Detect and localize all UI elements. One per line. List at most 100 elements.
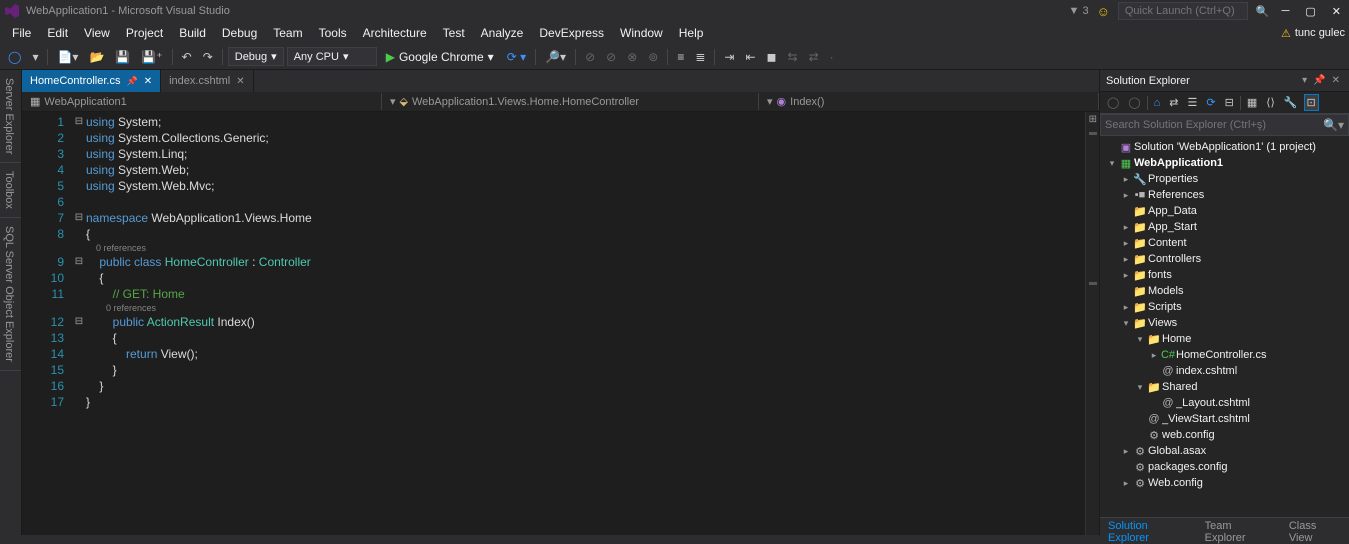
tree-item[interactable]: ▾📁Home bbox=[1100, 331, 1349, 347]
code-line[interactable]: { bbox=[86, 270, 1085, 286]
menu-devexpress[interactable]: DevExpress bbox=[531, 23, 612, 43]
ws-button[interactable]: · bbox=[826, 47, 838, 67]
fold-toggle[interactable]: ⊟ bbox=[72, 314, 86, 330]
expander-icon[interactable]: ▾ bbox=[1134, 382, 1146, 393]
code-line[interactable]: public ActionResult Index() bbox=[86, 314, 1085, 330]
uncomment-button[interactable]: ≣ bbox=[691, 47, 709, 67]
expander-icon[interactable]: ▸ bbox=[1120, 174, 1132, 185]
code-line[interactable]: using System.Web; bbox=[86, 162, 1085, 178]
panel-close-icon[interactable]: ✕ bbox=[1329, 75, 1343, 86]
tree-item[interactable]: ▸🔧Properties bbox=[1100, 171, 1349, 187]
code-line[interactable]: { bbox=[86, 226, 1085, 242]
menu-help[interactable]: Help bbox=[671, 23, 712, 43]
tree-item[interactable]: ▾📁Views bbox=[1100, 315, 1349, 331]
indent-button[interactable]: ⇥ bbox=[720, 47, 738, 67]
preview-icon[interactable]: ⊡ bbox=[1304, 94, 1319, 111]
tree-item[interactable]: ▸C#HomeController.cs bbox=[1100, 347, 1349, 363]
tree-item[interactable]: ▸📁App_Start bbox=[1100, 219, 1349, 235]
refresh-icon[interactable]: ⟳ bbox=[1203, 94, 1218, 111]
undo-button[interactable]: ↶ bbox=[178, 47, 196, 67]
back-icon[interactable]: ◯ bbox=[1104, 94, 1122, 111]
menu-team[interactable]: Team bbox=[265, 23, 310, 43]
menu-debug[interactable]: Debug bbox=[214, 23, 265, 43]
fold-toggle[interactable]: ⊟ bbox=[72, 210, 86, 226]
rail-toolbox[interactable]: Toolbox bbox=[0, 163, 21, 218]
code-line[interactable]: public class HomeController : Controller bbox=[86, 254, 1085, 270]
codelens-reference[interactable]: 0 references bbox=[86, 242, 1085, 254]
tree-item[interactable]: ⚙packages.config bbox=[1100, 459, 1349, 475]
solution-platform-dropdown[interactable]: Any CPU▾ bbox=[287, 47, 377, 66]
split-editor-icon[interactable]: ⊞ bbox=[1087, 112, 1099, 127]
tree-item[interactable]: ▣Solution 'WebApplication1' (1 project) bbox=[1100, 139, 1349, 155]
browser-link-button[interactable]: ⟳ ▾ bbox=[503, 47, 530, 67]
rail-sql-server-object-explorer[interactable]: SQL Server Object Explorer bbox=[0, 218, 21, 371]
expander-icon[interactable]: ▸ bbox=[1148, 350, 1160, 361]
scroll-map[interactable]: ⊞ bbox=[1085, 112, 1099, 535]
close-icon[interactable]: ✕ bbox=[144, 76, 152, 87]
open-file-button[interactable]: 📂 bbox=[85, 47, 108, 67]
redo-button[interactable]: ↷ bbox=[199, 47, 217, 67]
step-over-icon[interactable]: ⊘ bbox=[581, 47, 599, 67]
minimize-button[interactable]: ─ bbox=[1278, 5, 1294, 17]
rail-server-explorer[interactable]: Server Explorer bbox=[0, 70, 21, 163]
home-icon[interactable]: ⌂ bbox=[1151, 95, 1164, 111]
search-icon[interactable]: 🔍▾ bbox=[1323, 118, 1344, 132]
nav-project-dropdown[interactable]: ▦ WebApplication1 bbox=[22, 93, 382, 110]
comment-button[interactable]: ≡ bbox=[673, 47, 688, 67]
menu-test[interactable]: Test bbox=[435, 23, 473, 43]
tree-item[interactable]: ▾📁Shared bbox=[1100, 379, 1349, 395]
code-icon[interactable]: ⟨⟩ bbox=[1263, 94, 1278, 111]
solution-search-input[interactable] bbox=[1105, 119, 1323, 131]
save-button[interactable]: 💾 bbox=[111, 47, 134, 67]
menu-edit[interactable]: Edit bbox=[39, 23, 76, 43]
format-sel-button[interactable]: ⇄ bbox=[805, 47, 823, 67]
outdent-button[interactable]: ⇤ bbox=[741, 47, 759, 67]
code-line[interactable]: } bbox=[86, 394, 1085, 410]
fwd-icon[interactable]: ◯ bbox=[1125, 94, 1143, 111]
code-line[interactable]: return View(); bbox=[86, 346, 1085, 362]
code-line[interactable] bbox=[86, 194, 1085, 210]
bottom-tab-team-explorer[interactable]: Team Explorer bbox=[1197, 518, 1281, 535]
pending-icon[interactable]: ☰ bbox=[1185, 94, 1201, 111]
tree-item[interactable]: ▸⚙Web.config bbox=[1100, 475, 1349, 491]
tree-item[interactable]: ▸📁Content bbox=[1100, 235, 1349, 251]
code-line[interactable]: namespace WebApplication1.Views.Home bbox=[86, 210, 1085, 226]
code-line[interactable]: using System; bbox=[86, 114, 1085, 130]
codelens-reference[interactable]: 0 references bbox=[86, 302, 1085, 314]
expander-icon[interactable]: ▸ bbox=[1120, 302, 1132, 313]
format-button[interactable]: ⇆ bbox=[784, 47, 802, 67]
properties-icon[interactable]: 🔧 bbox=[1281, 94, 1301, 111]
expander-icon[interactable]: ▸ bbox=[1120, 446, 1132, 457]
fold-toggle[interactable]: ⊟ bbox=[72, 114, 86, 130]
expander-icon[interactable]: ▸ bbox=[1120, 254, 1132, 265]
tree-item[interactable]: ▾▦WebApplication1 bbox=[1100, 155, 1349, 171]
nav-forward-button[interactable]: ▾ bbox=[28, 47, 42, 67]
menu-window[interactable]: Window bbox=[612, 23, 671, 43]
tree-item[interactable]: ▸📁fonts bbox=[1100, 267, 1349, 283]
pin-icon[interactable]: 📌 bbox=[126, 76, 137, 87]
menu-project[interactable]: Project bbox=[118, 23, 171, 43]
tree-item[interactable]: ▸📁Controllers bbox=[1100, 251, 1349, 267]
step-into-icon[interactable]: ⊘ bbox=[602, 47, 620, 67]
code-line[interactable]: } bbox=[86, 378, 1085, 394]
expander-icon[interactable]: ▸ bbox=[1120, 222, 1132, 233]
tree-item[interactable]: ⚙web.config bbox=[1100, 427, 1349, 443]
fold-toggle[interactable]: ⊟ bbox=[72, 254, 86, 270]
tree-item[interactable]: ▸📁Scripts bbox=[1100, 299, 1349, 315]
restore-button[interactable]: ▢ bbox=[1301, 5, 1319, 18]
step-out-icon[interactable]: ⊗ bbox=[623, 47, 641, 67]
menu-build[interactable]: Build bbox=[171, 23, 214, 43]
expander-icon[interactable]: ▾ bbox=[1106, 158, 1118, 169]
tree-item[interactable]: 📁Models bbox=[1100, 283, 1349, 299]
nav-member-dropdown[interactable]: ▾ ◉ Index() bbox=[759, 93, 1099, 110]
tree-item[interactable]: ▸▪■References bbox=[1100, 187, 1349, 203]
solution-config-dropdown[interactable]: Debug▾ bbox=[228, 47, 284, 66]
tree-item[interactable]: @index.cshtml bbox=[1100, 363, 1349, 379]
notification-badge[interactable]: ▼ 3 bbox=[1069, 5, 1089, 17]
tree-item[interactable]: 📁App_Data bbox=[1100, 203, 1349, 219]
tree-item[interactable]: @_ViewStart.cshtml bbox=[1100, 411, 1349, 427]
solution-tree[interactable]: ▣Solution 'WebApplication1' (1 project)▾… bbox=[1100, 136, 1349, 517]
bookmark-button[interactable]: ◼ bbox=[763, 47, 781, 67]
bottom-tab-class-view[interactable]: Class View bbox=[1281, 518, 1349, 535]
editor-tab[interactable]: HomeController.cs📌✕ bbox=[22, 70, 161, 92]
